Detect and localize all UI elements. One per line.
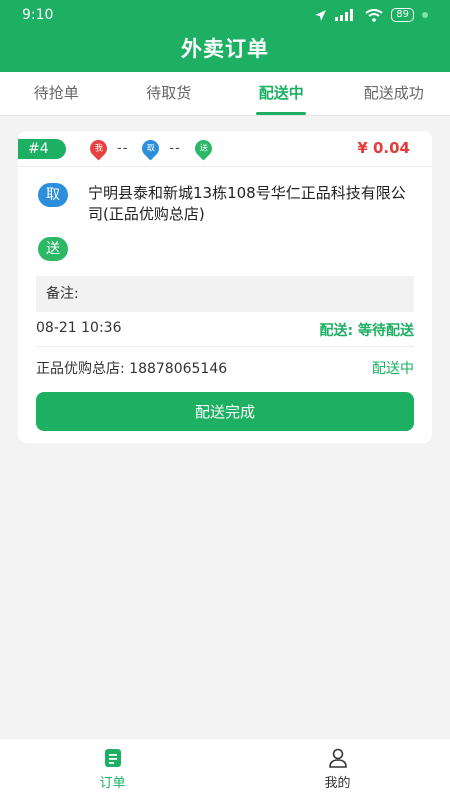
page-title: 外卖订单 bbox=[181, 37, 269, 61]
delivery-address-row: 送 bbox=[38, 237, 68, 261]
divider bbox=[36, 346, 414, 347]
nav-profile[interactable]: 我的 bbox=[225, 739, 450, 800]
pickup-address-row: 取 宁明县泰和新城13栋108号华仁正品科技有限公司(正品优购总店) bbox=[38, 183, 418, 225]
location-icon bbox=[315, 9, 327, 21]
distance-to-delivery: -- bbox=[169, 141, 181, 156]
store-phone[interactable]: 正品优购总店: 18878065146 bbox=[36, 358, 227, 378]
order-list-icon bbox=[103, 748, 123, 768]
tab-delivering[interactable]: 配送中 bbox=[225, 72, 338, 115]
battery-indicator: 89 bbox=[391, 8, 414, 22]
tab-pending-grab[interactable]: 待抢单 bbox=[0, 72, 113, 115]
user-icon bbox=[328, 748, 348, 768]
delivery-pin-icon: 送 bbox=[191, 136, 216, 161]
nav-orders[interactable]: 订单 bbox=[0, 739, 225, 800]
status-bar: 9:10 89 bbox=[0, 0, 450, 30]
order-card[interactable]: #4 我 -- 取 -- 送 ¥ 0.04 取 宁明县泰和新城13栋108号华仁… bbox=[18, 131, 432, 443]
store-row: 正品优购总店: 18878065146 配送中 bbox=[36, 358, 414, 378]
delivery-status: 配送: 等待配送 bbox=[319, 323, 414, 339]
status-icons: 89 bbox=[314, 8, 428, 22]
pickup-address: 宁明县泰和新城13栋108号华仁正品科技有限公司(正品优购总店) bbox=[88, 184, 406, 223]
pickup-tag: 取 bbox=[38, 183, 68, 207]
wifi-icon bbox=[365, 8, 383, 22]
order-state: 配送中 bbox=[372, 361, 414, 377]
bottom-nav: 订单 我的 bbox=[0, 738, 450, 800]
order-price: ¥ 0.04 bbox=[357, 139, 410, 157]
order-number-badge: #4 bbox=[18, 139, 66, 159]
complete-delivery-button[interactable]: 配送完成 bbox=[36, 392, 414, 431]
distance-to-pickup: -- bbox=[117, 141, 129, 156]
order-card-header: #4 我 -- 取 -- 送 ¥ 0.04 bbox=[18, 131, 432, 167]
order-time-row: 08-21 10:36 配送: 等待配送 bbox=[36, 320, 414, 340]
my-location-pin-icon: 我 bbox=[86, 136, 111, 161]
order-tabs: 待抢单 待取货 配送中 配送成功 bbox=[0, 72, 450, 116]
status-time: 9:10 bbox=[22, 7, 54, 23]
signal-icon bbox=[335, 9, 354, 21]
route-distances: 我 -- 取 -- 送 bbox=[86, 136, 216, 161]
pickup-pin-icon: 取 bbox=[138, 136, 163, 161]
tab-delivered[interactable]: 配送成功 bbox=[338, 72, 450, 115]
nav-orders-label: 订单 bbox=[99, 776, 126, 791]
nav-profile-label: 我的 bbox=[324, 776, 351, 791]
status-dot bbox=[422, 12, 428, 18]
tab-pending-pickup[interactable]: 待取货 bbox=[113, 72, 226, 115]
order-time: 08-21 10:36 bbox=[36, 320, 122, 336]
delivery-tag: 送 bbox=[38, 237, 68, 261]
order-note: 备注: bbox=[36, 276, 414, 312]
app-header: 9:10 89 外卖订单 bbox=[0, 0, 450, 72]
